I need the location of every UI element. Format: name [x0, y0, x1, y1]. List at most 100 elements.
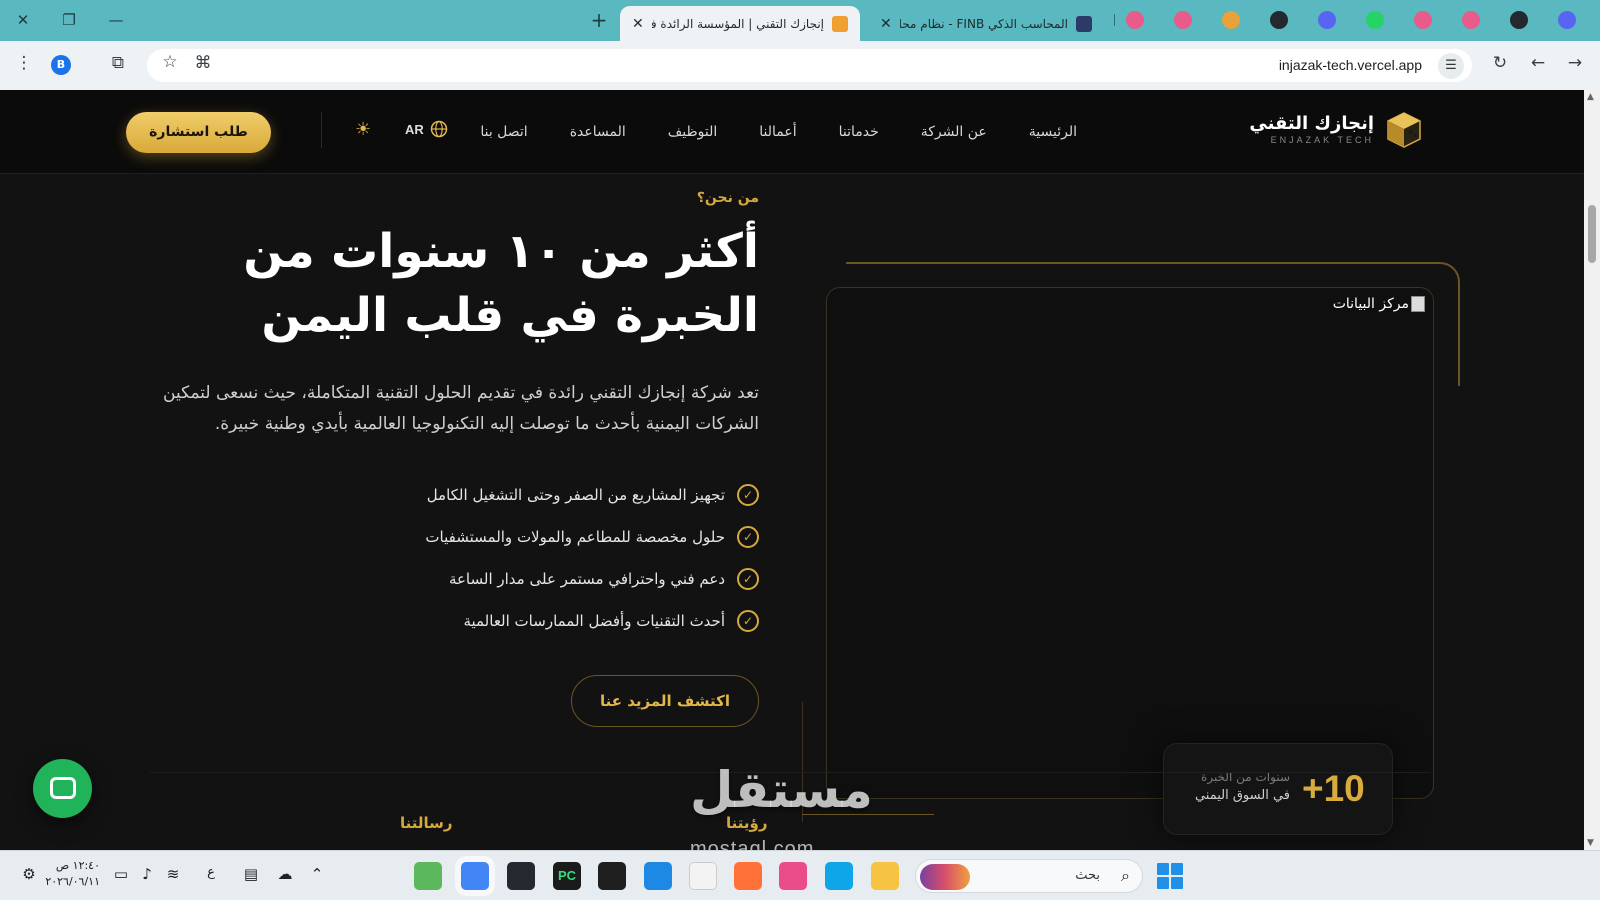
tab-injazak[interactable]: إنجازك التقني | المؤسسة الرائدة في ✕ [620, 6, 860, 41]
theme-toggle-sun-icon[interactable]: ☀ [355, 119, 371, 140]
search-placeholder: بحث [1075, 868, 1100, 883]
windows-start-icon[interactable] [1157, 863, 1183, 889]
discord-icon[interactable] [1318, 11, 1336, 29]
nav-careers[interactable]: التوظيف [668, 124, 717, 140]
check-circle-icon: ✓ [737, 526, 759, 548]
volume-icon[interactable]: ♪ [136, 865, 158, 883]
tray-chevron-up-icon[interactable]: ⌃ [306, 865, 328, 883]
section-eyebrow: من نحن؟ [696, 190, 759, 206]
tab-title: إنجازك التقني | المؤسسة الرائدة في [651, 16, 824, 31]
whatsapp-icon[interactable] [1366, 11, 1384, 29]
figma-icon[interactable] [1126, 11, 1144, 29]
extensions-icon[interactable]: ⧉ [106, 52, 130, 74]
web-page: إنجازك التقني ENJAZAK TECH الرئيسية عن ا… [0, 90, 1584, 850]
windows-taskbar: ⚙ ١٢:٤٠ ص ٢٠٢٦/٠٦/١١ ▭ ♪ ≋ ع ▤ ☁ ⌃ PC بح… [0, 850, 1600, 900]
slack-icon[interactable] [1222, 11, 1240, 29]
discord-icon[interactable] [1558, 11, 1576, 29]
language-switcher[interactable]: AR [405, 120, 448, 138]
logo-cube-icon [1384, 110, 1424, 150]
wifi-icon[interactable]: ≋ [162, 865, 184, 883]
reload-icon[interactable]: ↻ [1488, 52, 1512, 74]
nav-help[interactable]: المساعدة [570, 124, 626, 140]
list-item: ✓ تجهيز المشاريع من الصفر وحتى التشغيل ا… [159, 474, 759, 516]
about-section: من نحن؟ أكثر من ١٠ سنوات من الخبرة في قل… [159, 190, 759, 727]
site-settings-icon[interactable]: ☰ [1438, 53, 1464, 79]
language-code: AR [405, 121, 424, 137]
notification-icon[interactable]: ⚙ [18, 865, 40, 883]
stat-label-secondary: في السوق اليمني [1194, 788, 1290, 803]
feature-text: حلول مخصصة للمطاعم والمولات والمستشفيات [425, 528, 725, 546]
address-bar[interactable]: injazak-tech.vercel.app ☰ [147, 49, 1472, 82]
system-clock[interactable]: ١٢:٤٠ ص ٢٠٢٦/٠٦/١١ [44, 858, 100, 890]
profile-avatar[interactable]: B [51, 55, 71, 75]
stat-number: +10 [1302, 768, 1365, 809]
nav-contact[interactable]: اتصل بنا [480, 124, 527, 140]
terminal-icon[interactable] [598, 862, 626, 890]
pycharm-icon[interactable]: PC [553, 862, 581, 890]
search-icon: ⌕ [1121, 866, 1130, 885]
chrome-icon[interactable] [461, 862, 489, 890]
forward-arrow-icon[interactable]: → [1563, 52, 1587, 74]
list-item: ✓ دعم فني واحترافي مستمر على مدار الساعة [159, 558, 759, 600]
header-divider [321, 112, 322, 148]
nav-about[interactable]: عن الشركة [921, 124, 987, 140]
check-circle-icon: ✓ [737, 568, 759, 590]
menu-dots-icon[interactable]: ⋮ [12, 52, 36, 74]
site-logo[interactable]: إنجازك التقني ENJAZAK TECH [1249, 108, 1424, 152]
copilot-icon[interactable] [779, 862, 807, 890]
translate-icon[interactable]: ⌘ [191, 52, 215, 74]
back-arrow-icon[interactable]: ← [1526, 52, 1550, 74]
file-explorer-icon[interactable] [871, 862, 899, 890]
feature-text: أحدث التقنيات وأفضل الممارسات العالمية [463, 612, 725, 630]
clock-date: ٢٠٢٦/٠٦/١١ [45, 875, 100, 888]
edge-icon[interactable] [825, 862, 853, 890]
microsoft-store-icon[interactable] [689, 862, 717, 890]
github-icon[interactable] [1510, 11, 1528, 29]
main-nav: الرئيسية عن الشركة خدماتنا أعمالنا التوظ… [480, 90, 1077, 174]
battery-icon[interactable]: ▭ [110, 865, 132, 883]
github-icon[interactable] [1270, 11, 1288, 29]
figma-icon[interactable] [1414, 11, 1432, 29]
onedrive-icon[interactable]: ☁ [274, 865, 296, 883]
check-circle-icon: ✓ [737, 610, 759, 632]
github-desktop-icon[interactable] [507, 862, 535, 890]
tab-close-icon[interactable]: ✕ [632, 16, 644, 32]
chat-button[interactable] [33, 759, 92, 818]
page-scrollbar[interactable]: ▲ ▼ [1584, 90, 1600, 850]
minimize-window-icon[interactable]: — [104, 8, 128, 32]
new-tab-button[interactable]: + [588, 8, 610, 32]
consultation-button[interactable]: طلب استشارة [126, 112, 271, 153]
chat-bubble-icon [50, 777, 76, 799]
firefox-icon[interactable] [734, 862, 762, 890]
check-circle-icon: ✓ [737, 484, 759, 506]
figma-icon[interactable] [1174, 11, 1192, 29]
scroll-up-icon[interactable]: ▲ [1587, 92, 1594, 102]
figma-icon[interactable] [1462, 11, 1480, 29]
feature-list: ✓ تجهيز المشاريع من الصفر وحتى التشغيل ا… [159, 474, 759, 642]
taskbar-search[interactable]: بحث ⌕ [915, 859, 1143, 893]
app-tree-icon[interactable] [414, 862, 442, 890]
task-view-icon[interactable]: ▤ [240, 865, 262, 883]
scroll-down-icon[interactable]: ▼ [1587, 838, 1594, 848]
broken-image-icon [1411, 296, 1425, 312]
tab-finb[interactable]: المحاسب الذكي FINB - نظام محاسبة ✕ [868, 6, 1104, 41]
learn-more-button[interactable]: اكتشف المزيد عنا [571, 675, 759, 727]
tab-close-icon[interactable]: ✕ [880, 16, 892, 32]
restore-window-icon[interactable]: ❐ [57, 8, 81, 32]
experience-stat-card: +10 سنوات من الخبرة في السوق اليمني [1163, 743, 1393, 835]
nav-services[interactable]: خدماتنا [839, 124, 879, 140]
vscode-icon[interactable] [644, 862, 672, 890]
close-window-icon[interactable]: ✕ [11, 8, 35, 32]
input-language-indicator[interactable]: ع [200, 865, 222, 880]
feature-text: دعم فني واحترافي مستمر على مدار الساعة [448, 570, 725, 588]
mission-heading: رسالتنا [400, 814, 453, 832]
clock-time: ١٢:٤٠ ص [55, 859, 100, 872]
globe-icon [430, 120, 448, 138]
scrollbar-thumb[interactable] [1588, 205, 1596, 263]
bookmark-star-icon[interactable]: ☆ [158, 51, 182, 73]
url-text[interactable]: injazak-tech.vercel.app [1279, 57, 1422, 73]
nav-home[interactable]: الرئيسية [1029, 124, 1077, 140]
data-center-image: مركز البيانات [826, 287, 1434, 799]
nav-portfolio[interactable]: أعمالنا [759, 124, 796, 140]
finb-favicon-icon [1076, 15, 1092, 32]
